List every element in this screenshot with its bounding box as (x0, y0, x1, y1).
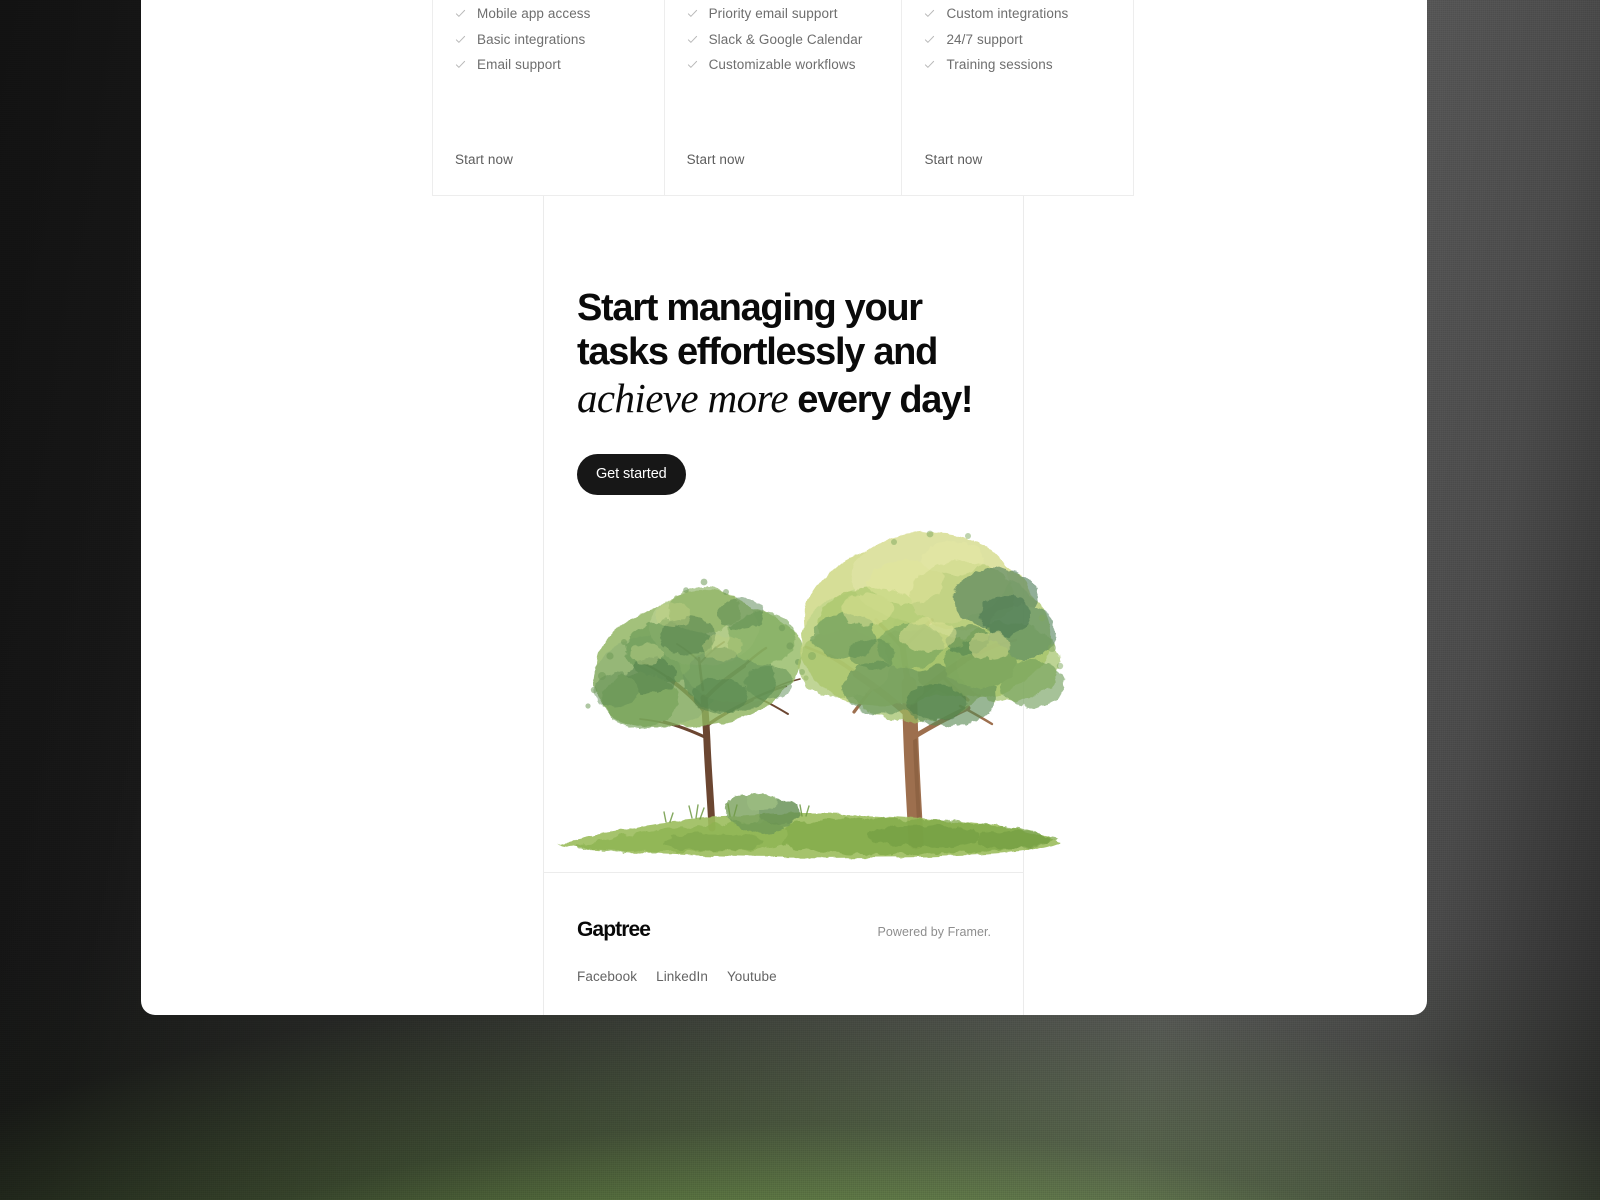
checkmark-icon (455, 59, 466, 70)
social-links: Facebook LinkedIn Youtube (577, 969, 991, 984)
pricing-grid: Time tracking 1 team member Mobile app a… (432, 0, 1134, 196)
feature-list-starter: Time tracking 1 team member Mobile app a… (455, 0, 642, 78)
checkmark-icon (455, 8, 466, 19)
right-tree (798, 530, 1064, 850)
brand-logo[interactable]: Gaptree (577, 918, 651, 942)
feature-item: Email support (455, 52, 642, 78)
checkmark-icon (687, 8, 698, 19)
feature-label: 24/7 support (946, 31, 1023, 47)
feature-label: Training sessions (946, 57, 1053, 73)
pricing-plan-pro: Unlimited team members Collaborative pro… (663, 0, 902, 195)
tree-illustration (544, 450, 1074, 870)
pricing-plan-enterprise: Advanced analytics Account manager Custo… (901, 0, 1133, 195)
cta-headline-emphasis: achieve more (577, 374, 789, 421)
feature-item: Slack & Google Calendar (687, 27, 880, 53)
feature-item: Mobile app access (455, 1, 642, 27)
start-now-button-starter[interactable]: Start now (455, 152, 513, 195)
feature-item: Basic integrations (455, 27, 642, 53)
start-now-button-pro[interactable]: Start now (687, 152, 745, 195)
footer-top-row: Gaptree Powered by Framer. (577, 918, 991, 942)
feature-item: Custom integrations (924, 1, 1111, 27)
feature-label: Slack & Google Calendar (708, 31, 863, 47)
feature-label: Priority email support (708, 6, 838, 22)
feature-item: Training sessions (924, 52, 1111, 78)
grass-mound (558, 792, 1060, 858)
feature-label: Mobile app access (477, 6, 591, 22)
social-link-youtube[interactable]: Youtube (727, 969, 777, 984)
checkmark-icon (924, 8, 935, 19)
checkmark-icon (455, 34, 466, 45)
powered-by-label: Powered by Framer. (877, 925, 991, 939)
feature-label: Customizable workflows (708, 57, 856, 73)
page-card: Time tracking 1 team member Mobile app a… (141, 0, 1427, 1015)
checkmark-icon (924, 59, 935, 70)
pricing-plan-starter: Time tracking 1 team member Mobile app a… (433, 0, 664, 195)
start-now-button-enterprise[interactable]: Start now (924, 152, 982, 195)
checkmark-icon (924, 34, 935, 45)
cta-headline-part1: Start managing your tasks effortlessly a… (577, 287, 938, 374)
feature-list-pro: Unlimited team members Collaborative pro… (687, 0, 880, 78)
cta-section: Start managing your tasks effortlessly a… (544, 196, 1024, 495)
feature-label: Email support (477, 57, 561, 73)
feature-item: 24/7 support (924, 27, 1111, 53)
site-footer: Gaptree Powered by Framer. Facebook Link… (544, 873, 1024, 984)
feature-item: Customizable workflows (687, 52, 880, 78)
feature-label: Custom integrations (946, 6, 1069, 22)
get-started-button[interactable]: Get started (577, 453, 686, 495)
social-link-linkedin[interactable]: LinkedIn (656, 969, 708, 984)
cta-headline: Start managing your tasks effortlessly a… (577, 286, 977, 423)
feature-label: Basic integrations (477, 31, 586, 47)
checkmark-icon (687, 59, 698, 70)
cta-headline-part2: every day! (787, 378, 973, 421)
social-link-facebook[interactable]: Facebook (577, 969, 637, 984)
feature-item: Priority email support (687, 1, 880, 27)
checkmark-icon (687, 34, 698, 45)
feature-list-enterprise: Advanced analytics Account manager Custo… (924, 0, 1111, 78)
left-tree (585, 578, 809, 832)
